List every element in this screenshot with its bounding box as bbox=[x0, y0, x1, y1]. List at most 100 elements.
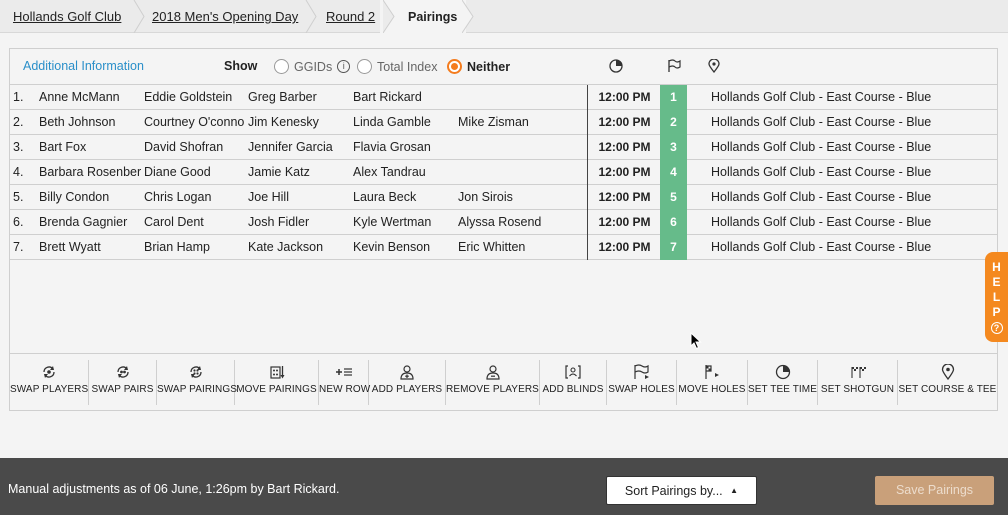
sort-pairings-button[interactable]: Sort Pairings by... ▲ bbox=[606, 476, 757, 505]
course-tee[interactable]: Hollands Golf Club - East Course - Blue bbox=[711, 90, 931, 104]
player-name[interactable]: Brett Wyatt bbox=[39, 240, 143, 254]
player-name[interactable]: Beth Johnson bbox=[39, 115, 143, 129]
player-name[interactable]: Carol Dent bbox=[144, 215, 248, 229]
player-name[interactable]: Flavia Grosan bbox=[353, 140, 457, 154]
breadcrumb-club[interactable]: Hollands Golf Club bbox=[13, 0, 121, 33]
player-name[interactable]: Josh Fidler bbox=[248, 215, 352, 229]
player-name[interactable]: Courtney O'conno bbox=[144, 115, 248, 129]
player-name[interactable]: Greg Barber bbox=[248, 90, 352, 104]
set-tee-time-button[interactable]: SET TEE TIME bbox=[748, 360, 818, 405]
player-name[interactable]: Barbara Rosenber bbox=[39, 165, 143, 179]
tee-time[interactable]: 12:00 PM bbox=[587, 110, 661, 135]
remove-players-button[interactable]: REMOVE PLAYERS bbox=[446, 360, 540, 405]
radio-circle[interactable] bbox=[357, 59, 372, 74]
swap-players-icon bbox=[10, 360, 88, 384]
player-name[interactable]: Joe Hill bbox=[248, 190, 352, 204]
pairing-row[interactable]: 5. Billy Condon Chris Logan Joe Hill Laura B… bbox=[10, 185, 997, 210]
swap-pairings-button[interactable]: SWAP PAIRINGS bbox=[157, 360, 237, 405]
hole-badge[interactable]: 3 bbox=[660, 135, 687, 160]
hole-badge[interactable]: 5 bbox=[660, 185, 687, 210]
player-name[interactable]: Brian Hamp bbox=[144, 240, 248, 254]
player-name[interactable]: Linda Gamble bbox=[353, 115, 457, 129]
radio-neither[interactable]: Neither bbox=[447, 59, 510, 74]
add-players-button[interactable]: ADD PLAYERS bbox=[369, 360, 446, 405]
player-name[interactable]: Kyle Wertman bbox=[353, 215, 457, 229]
breadcrumb-event[interactable]: 2018 Men's Opening Day bbox=[152, 0, 298, 33]
player-name[interactable]: Eddie Goldstein bbox=[144, 90, 248, 104]
hole-badge[interactable]: 2 bbox=[660, 110, 687, 135]
player-name[interactable]: Diane Good bbox=[144, 165, 248, 179]
swap-players-button[interactable]: SWAP PLAYERS bbox=[10, 360, 89, 405]
player-name[interactable]: Eric Whitten bbox=[458, 240, 562, 254]
tool-label: SWAP HOLES bbox=[608, 384, 675, 395]
tee-time[interactable]: 12:00 PM bbox=[587, 85, 661, 110]
tool-label: SET SHOTGUN bbox=[820, 384, 895, 395]
player-name[interactable]: Jon Sirois bbox=[458, 190, 562, 204]
player-name[interactable]: Alex Tandrau bbox=[353, 165, 457, 179]
radio-circle[interactable] bbox=[447, 59, 462, 74]
shotgun-icon bbox=[818, 360, 897, 384]
player-name[interactable]: Bart Rickard bbox=[353, 90, 457, 104]
player-name[interactable]: Anne McMann bbox=[39, 90, 143, 104]
course-tee[interactable]: Hollands Golf Club - East Course - Blue bbox=[711, 190, 931, 204]
hole-badge[interactable]: 1 bbox=[660, 85, 687, 110]
pairing-row[interactable]: 6. Brenda Gagnier Carol Dent Josh Fidler Kyl… bbox=[10, 210, 997, 235]
help-letter: L bbox=[992, 290, 1001, 304]
player-name[interactable]: Bart Fox bbox=[39, 140, 143, 154]
player-name[interactable]: Jennifer Garcia bbox=[248, 140, 352, 154]
player-name[interactable]: Chris Logan bbox=[144, 190, 248, 204]
tee-time[interactable]: 12:00 PM bbox=[587, 160, 661, 185]
pairing-row[interactable]: 2. Beth Johnson Courtney O'conno Jim Kenesk… bbox=[10, 110, 997, 135]
new-row-icon bbox=[319, 360, 368, 384]
radio-circle[interactable] bbox=[274, 59, 289, 74]
pairing-row[interactable]: 4. Barbara Rosenber Diane Good Jamie Katz Al… bbox=[10, 160, 997, 185]
pairing-number: 5. bbox=[13, 190, 24, 204]
course-tee[interactable]: Hollands Golf Club - East Course - Blue bbox=[711, 215, 931, 229]
set-course-and-tee-button[interactable]: SET COURSE & TEE bbox=[898, 360, 997, 405]
footer-bar: Manual adjustments as of 06 June, 1:26pm… bbox=[0, 458, 1008, 515]
player-name[interactable]: Jamie Katz bbox=[248, 165, 352, 179]
new-row-button[interactable]: NEW ROW bbox=[319, 360, 370, 405]
radio-total-index[interactable]: Total Index bbox=[357, 59, 437, 74]
course-tee[interactable]: Hollands Golf Club - East Course - Blue bbox=[711, 140, 931, 154]
additional-information-link[interactable]: Additional Information bbox=[23, 59, 144, 73]
tee-time[interactable]: 12:00 PM bbox=[587, 185, 661, 210]
breadcrumb-round[interactable]: Round 2 bbox=[326, 0, 375, 33]
hole-badge[interactable]: 7 bbox=[660, 235, 687, 260]
player-name[interactable]: Jim Kenesky bbox=[248, 115, 352, 129]
radio-ggids[interactable]: GGIDs i bbox=[274, 59, 351, 74]
tee-time[interactable]: 12:00 PM bbox=[587, 235, 661, 260]
help-tab[interactable]: H E L P ? bbox=[985, 252, 1008, 342]
breadcrumb-separator bbox=[305, 0, 317, 33]
player-name[interactable]: Kevin Benson bbox=[353, 240, 457, 254]
swap-pairs-button[interactable]: SWAP PAIRS bbox=[89, 360, 157, 405]
save-pairings-button[interactable]: Save Pairings bbox=[875, 476, 994, 505]
player-name[interactable]: Alyssa Rosend bbox=[458, 215, 562, 229]
pairing-row[interactable]: 7. Brett Wyatt Brian Hamp Kate Jackson Kevin… bbox=[10, 235, 997, 260]
tool-label: ADD PLAYERS bbox=[371, 384, 443, 395]
move-pairings-button[interactable]: MOVE PAIRINGS bbox=[235, 360, 319, 405]
hole-badge[interactable]: 4 bbox=[660, 160, 687, 185]
course-tee[interactable]: Hollands Golf Club - East Course - Blue bbox=[711, 165, 931, 179]
move-holes-icon bbox=[677, 360, 747, 384]
player-name[interactable]: Billy Condon bbox=[39, 190, 143, 204]
move-holes-button[interactable]: MOVE HOLES bbox=[677, 360, 748, 405]
pairing-row[interactable]: 1. Anne McMann Eddie Goldstein Greg Barber B… bbox=[10, 85, 997, 110]
set-shotgun-button[interactable]: SET SHOTGUN bbox=[818, 360, 898, 405]
tee-time[interactable]: 12:00 PM bbox=[587, 210, 661, 235]
swap-holes-button[interactable]: SWAP HOLES bbox=[607, 360, 677, 405]
player-name[interactable]: Kate Jackson bbox=[248, 240, 352, 254]
add-blinds-button[interactable]: ADD BLINDS bbox=[540, 360, 607, 405]
breadcrumb-separator bbox=[462, 0, 474, 33]
player-name[interactable]: Mike Zisman bbox=[458, 115, 562, 129]
tee-time[interactable]: 12:00 PM bbox=[587, 135, 661, 160]
info-icon[interactable]: i bbox=[337, 60, 351, 73]
tool-label: SET COURSE & TEE bbox=[898, 384, 997, 395]
hole-badge[interactable]: 6 bbox=[660, 210, 687, 235]
pairing-row[interactable]: 3. Bart Fox David Shofran Jennifer Garcia Fl… bbox=[10, 135, 997, 160]
player-name[interactable]: Laura Beck bbox=[353, 190, 457, 204]
player-name[interactable]: Brenda Gagnier bbox=[39, 215, 143, 229]
course-tee[interactable]: Hollands Golf Club - East Course - Blue bbox=[711, 240, 931, 254]
player-name[interactable]: David Shofran bbox=[144, 140, 248, 154]
course-tee[interactable]: Hollands Golf Club - East Course - Blue bbox=[711, 115, 931, 129]
